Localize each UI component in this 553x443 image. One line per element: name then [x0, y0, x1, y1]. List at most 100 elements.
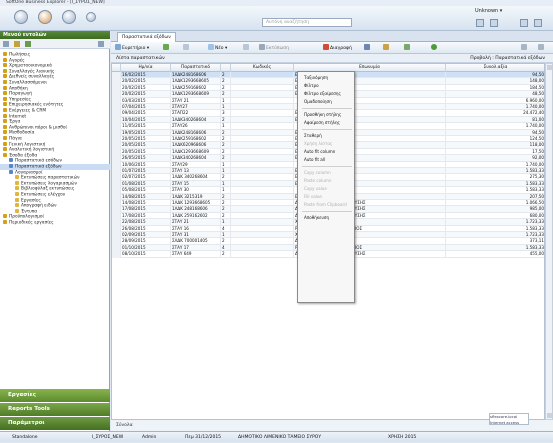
- context-menu-item[interactable]: Ομαδοποίηση: [298, 98, 356, 106]
- folder-icon: [3, 57, 7, 62]
- print-button[interactable]: Εκτύπωση: [259, 44, 289, 53]
- users-icon[interactable]: [25, 41, 31, 47]
- context-menu-item: Χρήση λίστας: [304, 141, 333, 146]
- close-icon[interactable]: [534, 19, 542, 27]
- status-bar: Standalone I_ΣΥΡΟΣ_NEW Admin Πεμ 31/12/2…: [0, 431, 553, 442]
- filter-icon: [183, 44, 189, 50]
- folder-icon: [3, 63, 7, 68]
- context-menu-item[interactable]: Αφαίρεση στήλης: [298, 119, 356, 127]
- context-menu-item[interactable]: Ταξινόμηση: [298, 74, 356, 82]
- context-menu-item[interactable]: Προσθήκη στήλης: [298, 111, 356, 119]
- context-menu-item[interactable]: Auto fit column: [298, 148, 356, 156]
- view-selector[interactable]: Προβολή : Παραστατικά εξόδων: [470, 54, 545, 63]
- browse-icon: [115, 44, 121, 50]
- folder-icon: [3, 85, 7, 90]
- save-button[interactable]: [364, 44, 371, 53]
- app-menu-icon[interactable]: [14, 10, 28, 24]
- status-date: Πεμ 31/12/2015: [185, 435, 222, 440]
- cell-date: 08/10/2015: [121, 251, 171, 258]
- cell-code: [231, 251, 294, 258]
- help-icon[interactable]: [476, 19, 484, 27]
- document-icon: [9, 169, 13, 174]
- column-header-date[interactable]: Ημ/νία: [121, 64, 171, 72]
- edit-icon: [243, 44, 249, 50]
- refresh-button[interactable]: [163, 44, 170, 53]
- context-menu-item[interactable]: Φίλτρο: [298, 82, 356, 90]
- context-menu-item[interactable]: Σταθερή: [298, 132, 356, 140]
- folder-icon: [3, 108, 7, 112]
- minimize-icon[interactable]: [520, 19, 528, 27]
- tab-expense-documents[interactable]: Παραστατικά εξόδων: [117, 32, 176, 42]
- folder-icon: [3, 74, 7, 79]
- export-button[interactable]: [404, 44, 411, 53]
- column-header-total[interactable]: Συνολ.αξία: [446, 64, 544, 72]
- add-button[interactable]: [431, 44, 438, 53]
- folder-icon: [3, 68, 7, 73]
- search-input[interactable]: Αυτόνη αναζήτηση: [262, 18, 352, 27]
- new-dropdown[interactable]: Νέο ▾: [208, 44, 227, 53]
- tab-strip: Παραστατικά εξόδων: [111, 31, 553, 42]
- context-menu-item[interactable]: Φίλτρο εξαίρεσης: [298, 90, 356, 98]
- tools-button[interactable]: [521, 44, 528, 53]
- scroll-up-icon[interactable]: [547, 65, 552, 70]
- column-header-code[interactable]: Κωδικός: [231, 64, 294, 72]
- document-icon: [15, 180, 19, 185]
- collapse-icon[interactable]: [98, 41, 104, 47]
- parameters-button[interactable]: Παράμετροι: [0, 417, 110, 430]
- module-icon[interactable]: [38, 10, 52, 24]
- folder-icon: [3, 96, 7, 101]
- status-fiscal-year: ΧΡΗΣΗ 2015: [388, 435, 417, 440]
- row-selector-header: [112, 64, 121, 72]
- list-title-bar: Λίστα παραστατικών Προβολή : Παραστατικά…: [111, 54, 553, 63]
- tree-icon[interactable]: [3, 41, 9, 47]
- mail-button[interactable]: [383, 44, 390, 53]
- status-company: I_ΣΥΡΟΣ_NEW: [92, 435, 124, 440]
- sidebar-item[interactable]: Περιοδικές εργασίες: [0, 220, 110, 226]
- document-icon: [15, 208, 19, 213]
- context-menu-item[interactable]: Auto fit all: [298, 156, 356, 164]
- settings-icon[interactable]: [62, 10, 76, 24]
- document-icon: [9, 164, 13, 168]
- export-icon: [404, 44, 410, 50]
- column-header-type[interactable]: [221, 64, 231, 72]
- document-icon: [15, 186, 19, 191]
- navigation-tree: Πωλήσεις Αγορές Χρηματοοικονομικά Συναλλαγέ…: [0, 52, 110, 382]
- favorites-icon[interactable]: [14, 41, 20, 47]
- options-icon: [538, 44, 544, 50]
- connection-badge: sflexcore.local Internet access: [489, 413, 529, 425]
- tasks-panel-button[interactable]: Εργασίες: [0, 389, 110, 402]
- scroll-down-icon[interactable]: [547, 413, 552, 418]
- document-icon: [15, 192, 19, 196]
- delete-button[interactable]: Διαγραφή: [323, 44, 352, 53]
- folder-icon: [3, 52, 7, 56]
- sidebar-title: Μενού εντολών: [0, 31, 110, 39]
- edit-button[interactable]: [243, 44, 250, 53]
- reports-tools-button[interactable]: Reports Tools: [0, 403, 110, 416]
- filter-button[interactable]: [183, 44, 190, 53]
- options-button[interactable]: [538, 44, 545, 53]
- vertical-scrollbar[interactable]: [545, 63, 553, 420]
- menu-separator: [302, 108, 352, 109]
- context-menu-item: Copy column: [304, 170, 331, 175]
- new-label: Νέο ▾: [215, 46, 228, 51]
- context-menu-item: Fill value: [304, 194, 322, 199]
- delete-label: Διαγραφή: [330, 46, 352, 51]
- context-menu-item[interactable]: Αποθήκευση: [298, 214, 356, 222]
- save-icon: [364, 44, 370, 50]
- browse-dropdown[interactable]: Ευρετήριο ▾: [115, 44, 149, 53]
- row-selector[interactable]: [112, 251, 121, 258]
- refresh-icon[interactable]: [490, 19, 498, 27]
- context-menu-item: Paste column: [304, 178, 332, 183]
- totals-bar: Σύνολα: [111, 420, 553, 431]
- printer-icon: [259, 44, 265, 50]
- menu-separator: [302, 129, 352, 130]
- status-mode: Standalone: [12, 435, 38, 440]
- tools-icon: [521, 44, 527, 50]
- home-icon[interactable]: [86, 12, 96, 22]
- document-icon: [15, 197, 19, 202]
- menu-separator: [302, 211, 352, 212]
- sidebar-item-label: Περιοδικές εργασίες: [9, 220, 54, 226]
- user-menu[interactable]: Unknown ▾: [475, 8, 502, 14]
- column-header-document[interactable]: Παραστατικό: [171, 64, 221, 72]
- delete-icon: [323, 44, 329, 50]
